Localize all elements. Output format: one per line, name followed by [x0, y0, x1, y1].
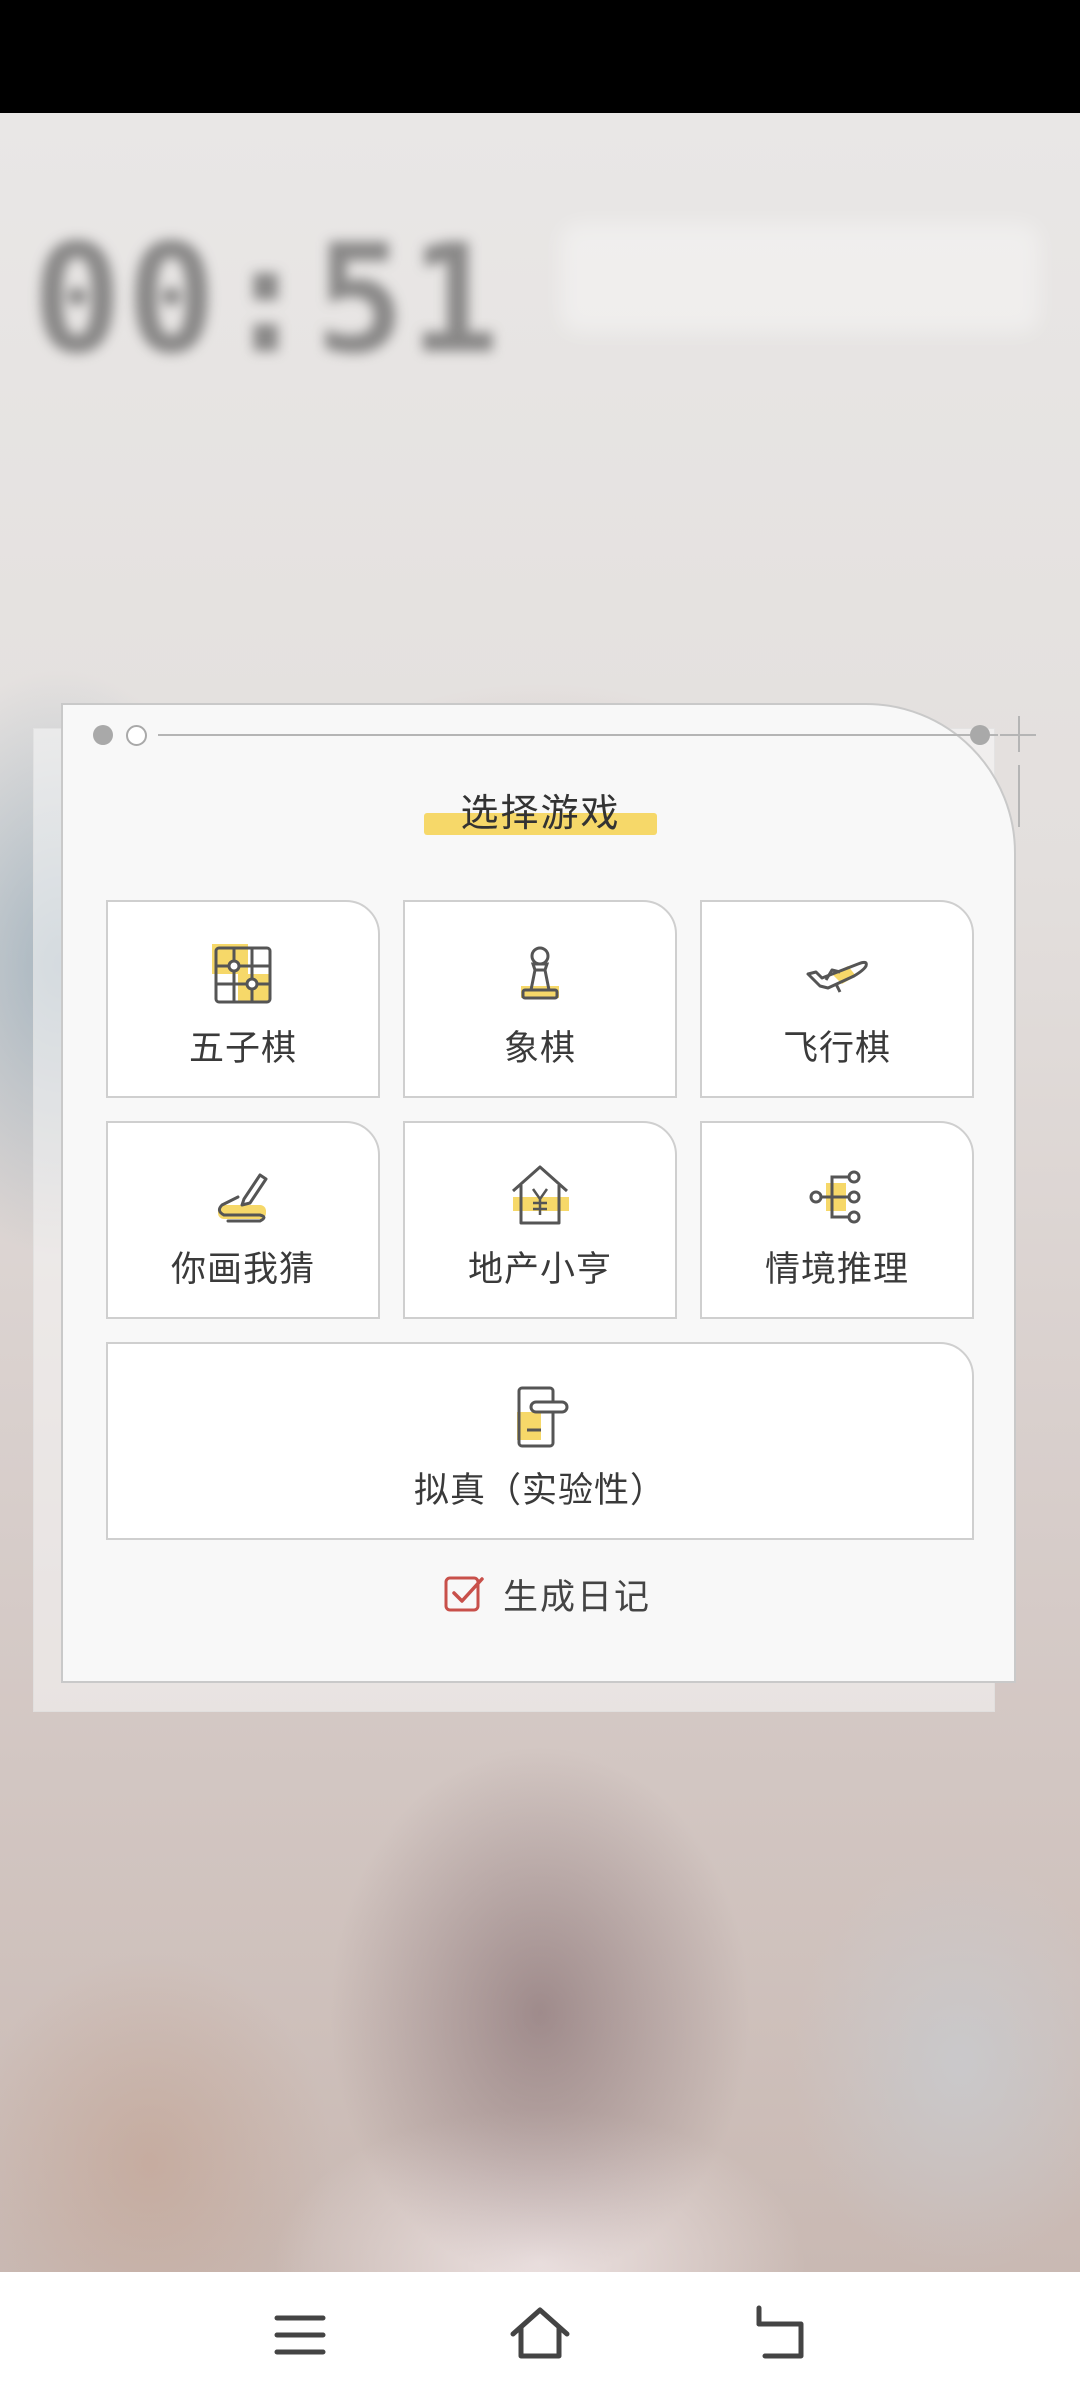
- game-card-chess[interactable]: 象棋: [403, 900, 677, 1098]
- generate-diary-option[interactable]: 生成日记: [443, 1569, 651, 1619]
- system-nav-bar: [0, 2272, 1080, 2400]
- decor-dot-hollow: [126, 725, 147, 746]
- game-label: 拟真（实验性）: [413, 1471, 666, 1511]
- game-card-scenario-reasoning[interactable]: 情境推理: [700, 1121, 974, 1319]
- back-icon[interactable]: [745, 2300, 815, 2370]
- status-bar: [0, 0, 1080, 113]
- airplane-icon: [806, 960, 868, 993]
- lock-clock-blurred: 00:51: [32, 213, 504, 387]
- house-yuan-icon: [512, 1165, 569, 1225]
- door-handle-icon: [517, 1386, 569, 1448]
- game-card-gomoku[interactable]: 五子棋: [106, 900, 380, 1098]
- dialog-title: 选择游戏: [424, 783, 657, 843]
- dialog-title-text: 选择游戏: [460, 791, 621, 835]
- decor-dot: [93, 725, 113, 745]
- game-label: 象棋: [503, 1029, 576, 1069]
- game-card-flight-chess[interactable]: 飞行棋: [700, 900, 974, 1098]
- plus-icon: [1018, 716, 1020, 752]
- game-label: 飞行棋: [782, 1029, 891, 1069]
- weather-widget-blurred: [560, 223, 1040, 333]
- menu-icon[interactable]: [265, 2300, 335, 2370]
- game-label: 情境推理: [764, 1250, 909, 1290]
- branch-tree-icon: [809, 1170, 861, 1224]
- chess-pawn-icon: [521, 946, 559, 1000]
- game-card-draw-guess[interactable]: 你画我猜: [106, 1121, 380, 1319]
- checkbox-checked-icon[interactable]: [443, 1573, 485, 1615]
- game-label: 你画我猜: [170, 1250, 315, 1290]
- decor-line: [158, 734, 998, 736]
- decor-line: [1018, 765, 1020, 827]
- gomoku-board-icon: [212, 944, 272, 1004]
- dialog-title-wrap: 选择游戏: [63, 783, 1018, 843]
- game-label: 五子棋: [188, 1029, 297, 1069]
- game-card-monopoly[interactable]: 地产小亨: [403, 1121, 677, 1319]
- game-card-simulation[interactable]: 拟真（实验性）: [106, 1342, 974, 1540]
- game-select-dialog: 选择游戏 五子棋 象棋 飞行棋 你画我猜 地产小亨 情境推理 拟真（实验性） 生…: [61, 703, 1036, 1683]
- pencil-draw-icon: [217, 1173, 268, 1223]
- decor-dot: [970, 725, 990, 745]
- home-icon[interactable]: [505, 2300, 575, 2370]
- generate-diary-label: 生成日记: [503, 1577, 652, 1618]
- game-label: 地产小亨: [467, 1250, 612, 1290]
